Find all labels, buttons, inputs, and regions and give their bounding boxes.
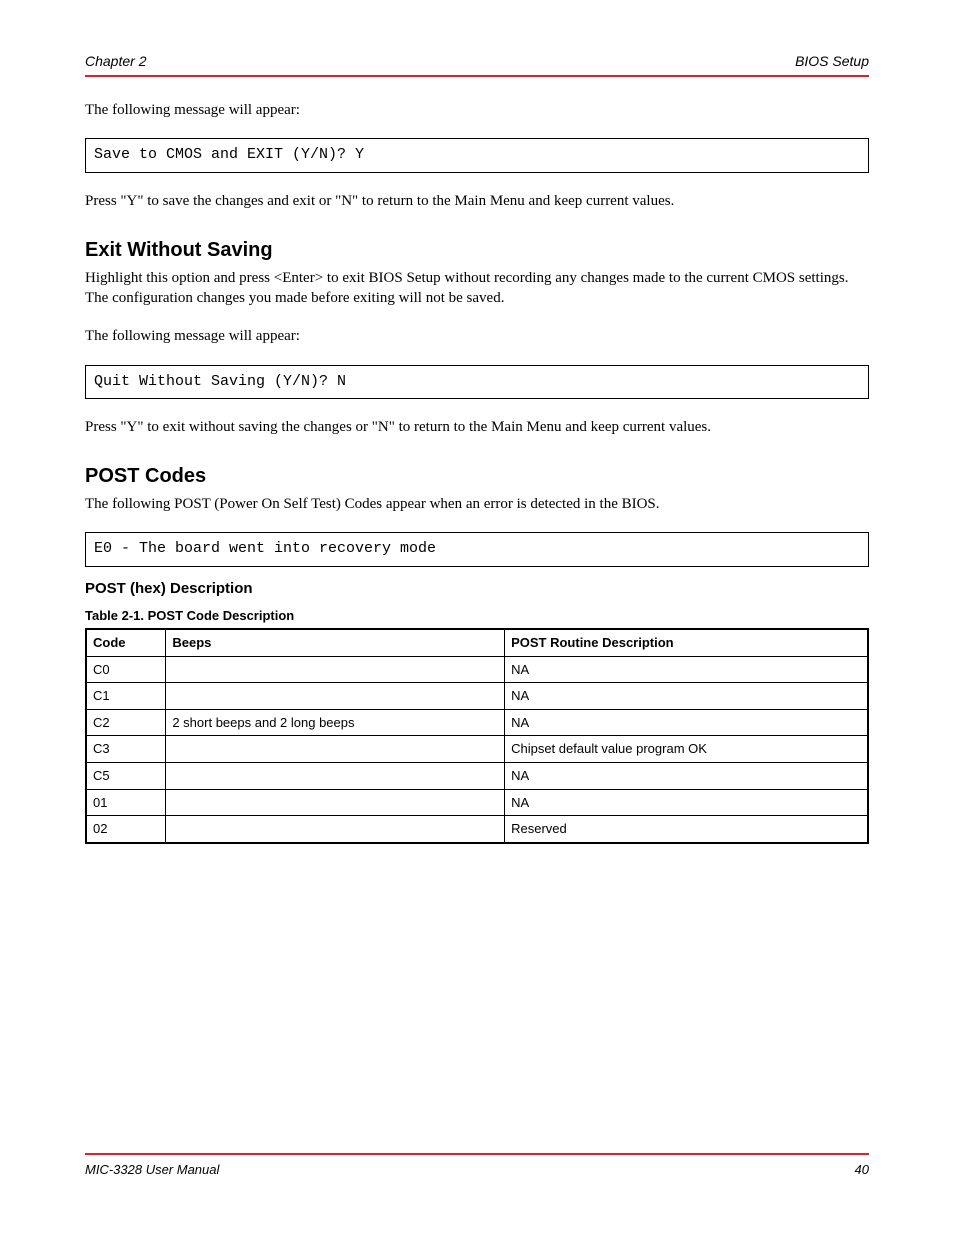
table-row: C0 NA	[86, 656, 868, 683]
section-heading-exit-without-saving: Exit Without Saving	[85, 237, 869, 264]
paragraph: The following POST (Power On Self Test) …	[85, 494, 869, 514]
subsection-heading: POST (hex) Description	[85, 579, 869, 599]
paragraph: The following message will appear:	[85, 100, 869, 120]
table-header-row: Code Beeps POST Routine Description	[86, 629, 868, 656]
th-desc: POST Routine Description	[505, 629, 868, 656]
footer-right: 40	[855, 1161, 869, 1179]
page-header: Chapter 2 BIOS Setup	[85, 52, 869, 71]
table-caption: Table 2-1. POST Code Description	[85, 607, 869, 625]
code-block: Save to CMOS and EXIT (Y/N)? Y	[85, 138, 869, 172]
header-right: BIOS Setup	[795, 52, 869, 71]
table-row: C2 2 short beeps and 2 long beeps NA	[86, 709, 868, 736]
paragraph: Press "Y" to exit without saving the cha…	[85, 417, 869, 437]
th-code: Code	[86, 629, 166, 656]
paragraph: Highlight this option and press <Enter> …	[85, 268, 869, 309]
post-code-table: Code Beeps POST Routine Description C0 N…	[85, 628, 869, 843]
table-row: C5 NA	[86, 763, 868, 790]
table-row: 02 Reserved	[86, 816, 868, 843]
header-rule	[85, 75, 869, 77]
footer-left: MIC-3328 User Manual	[85, 1161, 219, 1179]
paragraph: The following message will appear:	[85, 326, 869, 346]
header-left: Chapter 2	[85, 52, 146, 71]
paragraph: Press "Y" to save the changes and exit o…	[85, 191, 869, 211]
th-beeps: Beeps	[166, 629, 505, 656]
table-row: 01 NA	[86, 789, 868, 816]
page-footer: MIC-3328 User Manual 40	[85, 1161, 869, 1179]
table-row: C1 NA	[86, 683, 868, 710]
code-block: Quit Without Saving (Y/N)? N	[85, 365, 869, 399]
code-block: E0 - The board went into recovery mode	[85, 532, 869, 566]
section-heading-post-codes: POST Codes	[85, 463, 869, 490]
footer-rule	[85, 1153, 869, 1155]
table-row: C3 Chipset default value program OK	[86, 736, 868, 763]
page-body: The following message will appear: Save …	[85, 100, 869, 844]
